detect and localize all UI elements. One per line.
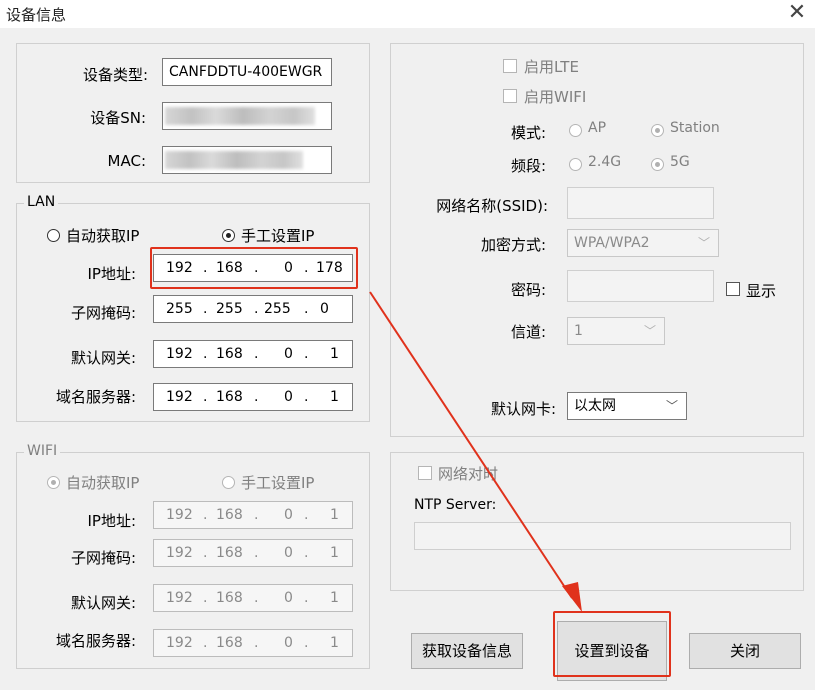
annotation-arrow <box>369 291 582 612</box>
